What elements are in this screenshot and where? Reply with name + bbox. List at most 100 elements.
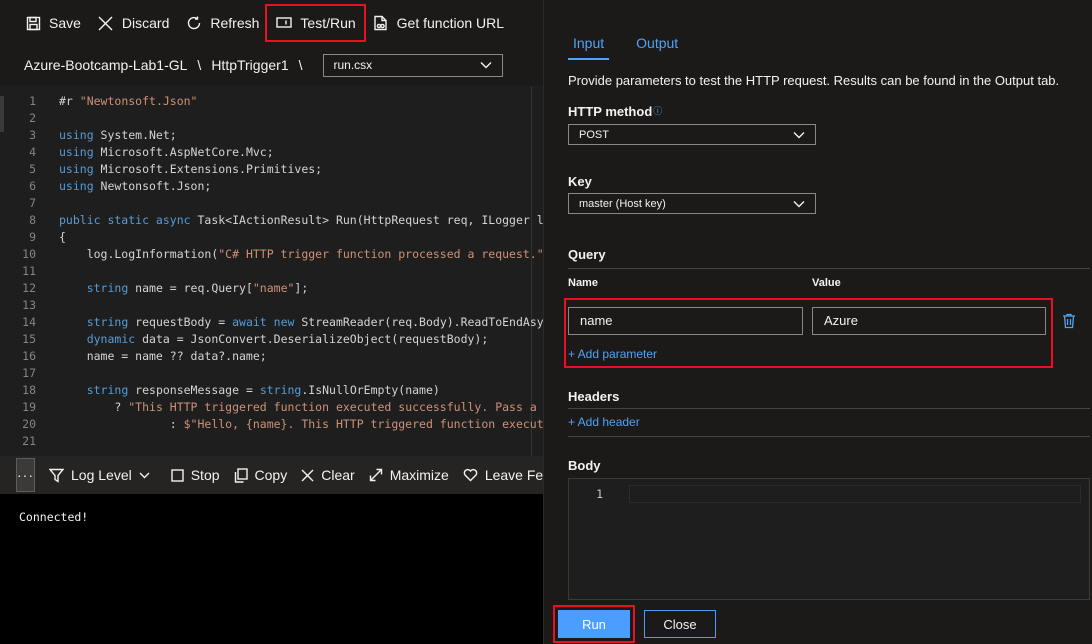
discard-button[interactable]: Discard bbox=[91, 8, 175, 38]
line-number: 18 bbox=[22, 383, 36, 397]
panel-tabs: Input Output bbox=[568, 28, 705, 60]
query-divider bbox=[568, 268, 1090, 269]
code-line: 20 : $"Hello, {name}. This HTTP triggere… bbox=[0, 416, 543, 433]
line-number: 11 bbox=[22, 264, 36, 278]
code-line: 13 bbox=[0, 297, 543, 314]
code-editor-pane: Save Discard Refresh Test/Run Get functi… bbox=[0, 0, 567, 644]
chevron-down-icon bbox=[793, 200, 805, 207]
more-options-button[interactable]: ··· bbox=[16, 458, 35, 492]
key-label: Key bbox=[568, 174, 592, 189]
code-line: 1 #r "Newtonsoft.Json" bbox=[0, 93, 543, 110]
body-label: Body bbox=[568, 458, 601, 473]
code-text: using System.Net; bbox=[59, 128, 177, 142]
test-run-button[interactable]: Test/Run bbox=[265, 4, 366, 42]
save-label: Save bbox=[49, 15, 81, 31]
breadcrumb-separator: \ bbox=[298, 57, 303, 73]
console-line: Connected! bbox=[19, 510, 89, 524]
code-text: name = name ?? data?.name; bbox=[59, 349, 267, 363]
line-number: 16 bbox=[22, 349, 36, 363]
line-number: 9 bbox=[29, 230, 36, 244]
save-button[interactable]: Save bbox=[18, 8, 87, 38]
code-text: ? "This HTTP triggered function executed… bbox=[59, 400, 543, 414]
get-function-url-label: Get function URL bbox=[396, 15, 505, 31]
discard-label: Discard bbox=[121, 15, 170, 31]
log-level-button[interactable]: Log Level bbox=[49, 467, 157, 483]
editor-toolbar: Save Discard Refresh Test/Run Get functi… bbox=[0, 0, 543, 46]
delete-parameter-button[interactable] bbox=[1062, 313, 1076, 332]
code-line: 3 using System.Net; bbox=[0, 127, 543, 144]
code-line: 9{ bbox=[0, 229, 543, 246]
code-line: 12 string name = req.Query["name"]; bbox=[0, 280, 543, 297]
line-number: 17 bbox=[22, 366, 36, 380]
add-header-link[interactable]: + Add header bbox=[568, 415, 640, 429]
query-value-column-header: Value bbox=[812, 277, 841, 289]
clear-button[interactable]: Clear bbox=[301, 467, 355, 483]
http-method-label: HTTP methodⓘ bbox=[568, 104, 662, 119]
clear-label: Clear bbox=[321, 467, 355, 483]
line-number: 5 bbox=[29, 162, 36, 176]
chevron-down-icon bbox=[793, 131, 805, 138]
key-value: master (Host key) bbox=[579, 197, 666, 210]
code-editor[interactable]: 1 #r "Newtonsoft.Json" 2 3 using System.Net;… bbox=[0, 86, 543, 456]
line-number: 15 bbox=[22, 332, 36, 346]
copy-button[interactable]: Copy bbox=[234, 467, 287, 483]
code-text: public static async Task<IActionResult> … bbox=[59, 213, 543, 227]
query-name-input[interactable]: name bbox=[568, 307, 803, 335]
log-level-label: Log Level bbox=[71, 467, 132, 483]
info-icon[interactable]: ⓘ bbox=[653, 106, 662, 116]
maximize-icon bbox=[369, 468, 382, 482]
close-button[interactable]: Close bbox=[644, 610, 716, 638]
line-number: 3 bbox=[29, 128, 36, 142]
body-current-line bbox=[629, 485, 1081, 503]
line-number: 8 bbox=[29, 213, 36, 227]
maximize-button[interactable]: Maximize bbox=[369, 467, 449, 483]
panel-footer: Run Close bbox=[544, 600, 1092, 644]
key-dropdown[interactable]: master (Host key) bbox=[568, 193, 816, 214]
line-number: 2 bbox=[29, 111, 36, 125]
copy-icon bbox=[234, 467, 248, 483]
breadcrumb-app[interactable]: Azure-Bootcamp-Lab1-GL bbox=[24, 57, 187, 73]
tab-input[interactable]: Input bbox=[568, 28, 610, 60]
tab-output[interactable]: Output bbox=[631, 28, 683, 60]
breadcrumb-separator: \ bbox=[197, 57, 202, 73]
get-function-url-button[interactable]: Get function URL bbox=[366, 8, 510, 38]
line-number: 21 bbox=[22, 434, 36, 448]
stop-icon bbox=[171, 468, 184, 482]
http-method-dropdown[interactable]: POST bbox=[568, 124, 816, 145]
refresh-label: Refresh bbox=[210, 15, 260, 31]
code-line: 4 using Microsoft.AspNetCore.Mvc; bbox=[0, 144, 543, 161]
code-line: 14 string requestBody = await new Stream… bbox=[0, 314, 543, 331]
http-method-value: POST bbox=[579, 128, 609, 141]
query-value-input[interactable]: Azure bbox=[812, 307, 1046, 335]
code-text: { bbox=[59, 230, 66, 244]
log-console-output: Connected! bbox=[0, 494, 543, 644]
test-run-label: Test/Run bbox=[300, 15, 356, 31]
code-line: 8 public static async Task<IActionResult>… bbox=[0, 212, 543, 229]
code-text: : $"Hello, {name}. This HTTP triggered f… bbox=[59, 417, 543, 431]
add-parameter-link[interactable]: + Add parameter bbox=[568, 347, 657, 361]
panel-description: Provide parameters to test the HTTP requ… bbox=[568, 73, 1060, 88]
save-icon bbox=[24, 14, 42, 32]
body-editor[interactable]: 1 bbox=[568, 478, 1090, 600]
stop-button[interactable]: Stop bbox=[171, 467, 220, 483]
run-button[interactable]: Run bbox=[553, 605, 635, 643]
code-line: 19 ? "This HTTP triggered function execu… bbox=[0, 399, 543, 416]
line-number: 7 bbox=[29, 196, 36, 210]
code-line: 6 using Newtonsoft.Json; bbox=[0, 178, 543, 195]
line-number: 6 bbox=[29, 179, 36, 193]
file-select-dropdown[interactable]: run.csx bbox=[322, 53, 503, 77]
heart-icon bbox=[463, 468, 478, 482]
code-text: #r "Newtonsoft.Json" bbox=[59, 94, 198, 108]
refresh-button[interactable]: Refresh bbox=[179, 8, 265, 38]
test-run-icon bbox=[275, 14, 293, 32]
code-line: 18 string responseMessage = string.IsNul… bbox=[0, 382, 543, 399]
code-line: 5 using Microsoft.Extensions.Primitives; bbox=[0, 161, 543, 178]
close-icon bbox=[97, 14, 115, 32]
query-label: Query bbox=[568, 247, 606, 262]
line-number: 20 bbox=[22, 417, 36, 431]
code-text: using Microsoft.AspNetCore.Mvc; bbox=[59, 145, 274, 159]
breadcrumb-function[interactable]: HttpTrigger1 bbox=[211, 57, 288, 73]
test-run-panel: Input Output Provide parameters to test … bbox=[543, 0, 1092, 644]
code-line: 7 bbox=[0, 195, 543, 212]
log-console-toolbar: ··· Log Level Stop Copy Clear Maximize L… bbox=[0, 456, 567, 494]
